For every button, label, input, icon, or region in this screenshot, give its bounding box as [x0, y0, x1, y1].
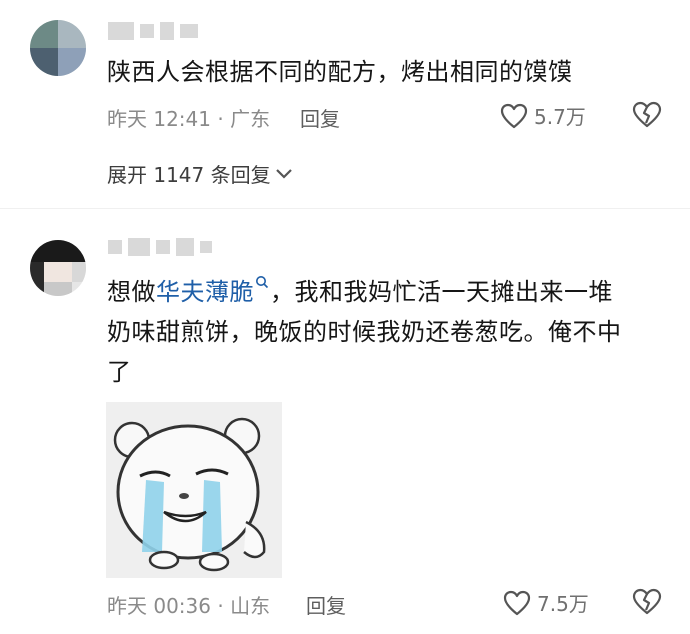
crying-bear-sticker — [106, 402, 282, 578]
heart-outline-icon — [500, 103, 528, 128]
heart-outline-icon — [503, 590, 531, 615]
chevron-down-icon — [275, 168, 292, 179]
broken-heart-icon[interactable] — [632, 588, 662, 616]
username-blurred[interactable] — [108, 238, 212, 256]
comment-text-line2: 奶味甜煎饼，晚饭的时候我奶还卷葱吃。俺不中 — [107, 318, 622, 346]
comment-text: 想做华夫薄脆 ，我和我妈忙活一天摊出来一堆 — [107, 272, 613, 312]
comment-text-pre: 想做 — [107, 278, 156, 306]
comment-meta: 昨天 00:36 · 山东 — [107, 594, 271, 618]
username-blurred[interactable] — [108, 22, 198, 40]
like-count: 7.5万 — [537, 592, 589, 616]
comment-text-post: ，我和我妈忙活一天摊出来一堆 — [270, 278, 613, 306]
expand-replies-button[interactable]: 展开 1147 条回复 — [107, 159, 293, 188]
search-icon[interactable] — [255, 275, 269, 291]
comment-text-line3: 了 — [107, 358, 132, 386]
comment-meta: 昨天 12:41 · 广东 — [107, 107, 271, 131]
like-button[interactable]: 5.7万 — [500, 101, 586, 130]
like-button[interactable]: 7.5万 — [503, 588, 589, 617]
topic-link[interactable]: 华夫薄脆 — [156, 278, 254, 306]
sticker-image[interactable] — [106, 402, 282, 578]
broken-heart-icon[interactable] — [632, 101, 662, 129]
divider — [0, 208, 690, 209]
reply-button[interactable]: 回复 — [306, 590, 346, 619]
comment-text: 陕西人会根据不同的配方，烤出相同的馍馍 — [107, 58, 573, 86]
avatar[interactable] — [30, 240, 86, 296]
reply-button[interactable]: 回复 — [300, 103, 340, 132]
avatar[interactable] — [30, 20, 86, 76]
like-count: 5.7万 — [534, 105, 586, 129]
expand-replies-label: 展开 1147 条回复 — [107, 163, 271, 187]
